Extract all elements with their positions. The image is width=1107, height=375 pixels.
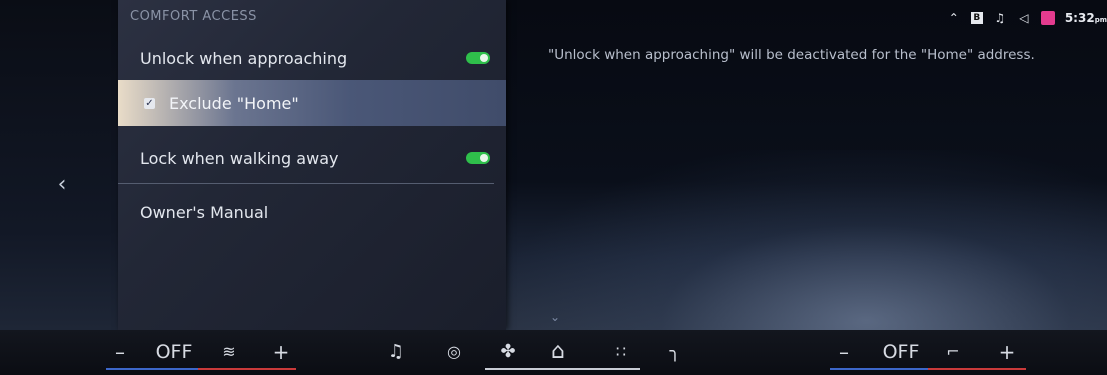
left-temp-minus-button[interactable]: – [112, 338, 128, 366]
exclude-home-row[interactable]: ✓ Exclude "Home" [118, 80, 506, 126]
lock-toggle[interactable] [466, 152, 490, 164]
phone-icon: B [970, 12, 983, 24]
calendar-icon [1040, 11, 1055, 25]
wifi-icon: ⌃ [948, 11, 959, 25]
apps-icon[interactable]: ∷ [610, 338, 632, 366]
display-screen: ‹ COMFORT ACCESS Unlock when approaching… [0, 0, 1107, 330]
seat-heat-icon[interactable]: ≋ [218, 338, 240, 366]
clock-time: 5:32 [1064, 11, 1095, 25]
right-temp-minus-button[interactable]: – [836, 338, 852, 366]
right-temp-plus-button[interactable]: + [998, 338, 1016, 366]
row-label: Owner's Manual [140, 202, 269, 222]
comfort-access-panel: COMFORT ACCESS Unlock when approaching ✓… [118, 0, 506, 330]
volume-icon: ◁ [1019, 11, 1029, 25]
music-icon[interactable]: ♫ [385, 338, 407, 366]
left-temp-hot-indicator [198, 368, 296, 370]
back-button[interactable]: ‹ [52, 170, 72, 200]
lock-when-walking-away-row[interactable]: Lock when walking away [118, 136, 506, 180]
owners-manual-row[interactable]: Owner's Manual [118, 190, 506, 234]
left-temp-plus-button[interactable]: + [272, 338, 290, 366]
clock-ampm: pm [1094, 16, 1107, 24]
fan-icon[interactable]: ✤ [496, 338, 520, 366]
unlock-when-approaching-row[interactable]: Unlock when approaching [118, 36, 506, 80]
home-active-indicator [485, 368, 640, 370]
chevron-down-icon[interactable]: ⌄ [550, 310, 560, 324]
chevron-left-icon: ‹ [57, 172, 67, 197]
checkbox-icon[interactable]: ✓ [144, 97, 155, 109]
bottom-bar: – OFF ≋ + ♫ ◎ ✤ ⌂ ∷ ╮ – OFF ⌐ + [0, 330, 1107, 375]
left-climate-value[interactable]: OFF [150, 338, 198, 366]
clock: 5:32pm [1065, 11, 1107, 25]
row-label: Unlock when approaching [140, 48, 348, 68]
right-temp-cold-indicator [830, 368, 928, 370]
unlock-toggle[interactable] [466, 52, 490, 64]
navigation-icon[interactable]: ◎ [443, 338, 465, 366]
background-glow [505, 150, 1107, 330]
divider [118, 183, 494, 184]
phone-icon[interactable]: ╮ [664, 338, 686, 366]
music-note-icon: ♫ [994, 11, 1006, 25]
panel-title: COMFORT ACCESS [130, 9, 257, 24]
right-temp-hot-indicator [928, 368, 1026, 370]
toggle-knob [480, 154, 488, 162]
right-climate-value[interactable]: OFF [877, 338, 925, 366]
home-icon[interactable]: ⌂ [545, 338, 571, 366]
status-bar: ⌃ B ♫ ◁ 5:32pm [947, 7, 1107, 29]
row-label: Lock when walking away [140, 148, 339, 168]
seat-icon[interactable]: ⌐ [942, 338, 964, 366]
back-strip [0, 0, 118, 330]
toggle-knob [480, 54, 488, 62]
left-temp-cold-indicator [106, 368, 198, 370]
info-text: "Unlock when approaching" will be deacti… [548, 47, 1035, 63]
row-label: Exclude "Home" [169, 93, 299, 113]
